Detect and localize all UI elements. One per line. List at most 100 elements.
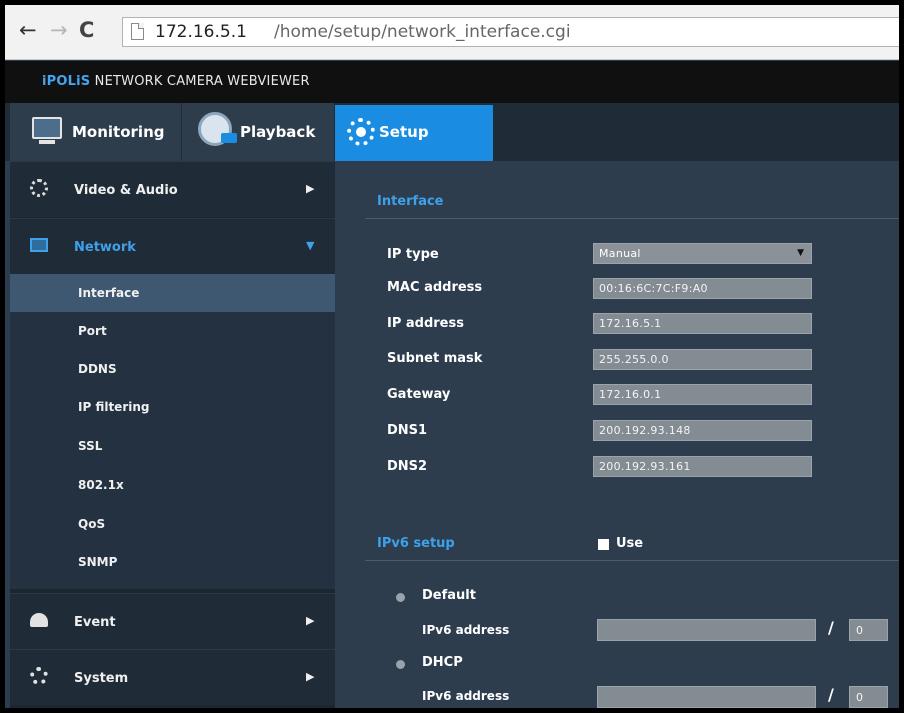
ipv6-use-label: Use: [616, 536, 644, 551]
ipv6-use-checkbox[interactable]: [598, 539, 609, 550]
subnet-mask-value: 255.255.0.0: [599, 353, 669, 366]
sidebar-item-label: Video & Audio: [74, 183, 178, 198]
screenshot-frame: ← → C 172.16.5.1 /home/setup/network_int…: [0, 0, 904, 713]
dns1-field[interactable]: 200.192.93.148: [593, 420, 812, 441]
sidebar-subitem-qos[interactable]: QoS: [10, 505, 335, 543]
dns2-field[interactable]: 200.192.93.161: [593, 456, 812, 477]
ipv6-address-field-dhcp[interactable]: [597, 686, 816, 708]
ipv6-prefix-value: 0: [856, 624, 863, 637]
reload-icon[interactable]: C: [79, 18, 94, 42]
sidebar-subitem-label: SNMP: [78, 555, 118, 569]
mac-address-value: 00:16:6C:7C:F9:A0: [599, 282, 708, 295]
section-title-interface: Interface: [377, 194, 444, 209]
bell-icon: [30, 613, 48, 627]
dns2-value: 200.192.93.161: [599, 460, 691, 473]
chevron-right-icon: ▶: [306, 182, 315, 195]
chevron-right-icon: ▶: [306, 670, 315, 683]
sidebar-item-label: Network: [74, 240, 136, 255]
ipv6-prefix-value: 0: [856, 691, 863, 704]
sidebar-subitem-ddns[interactable]: DDNS: [10, 350, 335, 388]
sidebar: Video & Audio ▶ Network ▼ Interface Port…: [10, 161, 335, 708]
section-title-ipv6: IPv6 setup: [377, 536, 455, 551]
tab-setup-label: Setup: [379, 123, 429, 141]
url-path: /home/setup/network_interface.cgi: [274, 22, 571, 42]
gear-icon: [347, 118, 375, 146]
sidebar-item-event[interactable]: Event ▶: [10, 593, 335, 649]
app-header: iPOLiS NETWORK CAMERA WEBVIEWER: [5, 61, 899, 103]
chevron-down-icon: ▼: [306, 239, 315, 252]
app-title: iPOLiS NETWORK CAMERA WEBVIEWER: [42, 74, 310, 89]
sidebar-subitem-snmp[interactable]: SNMP: [10, 543, 335, 581]
ip-type-value: Manual: [599, 247, 641, 260]
film-reel-icon: [30, 179, 48, 197]
network-icon: [30, 238, 48, 252]
sidebar-subitem-label: Interface: [78, 286, 140, 300]
divider: [365, 218, 899, 219]
sidebar-item-label: System: [74, 671, 129, 686]
chevron-down-icon: ▼: [797, 248, 804, 258]
ip-address-value: 172.16.5.1: [599, 317, 662, 330]
sidebar-subitem-ip-filtering[interactable]: IP filtering: [10, 388, 335, 426]
mac-address-field[interactable]: 00:16:6C:7C:F9:A0: [593, 278, 812, 299]
chevron-right-icon: ▶: [306, 614, 315, 627]
tab-setup[interactable]: Setup: [335, 105, 493, 161]
gateway-value: 172.16.0.1: [599, 388, 662, 401]
sidebar-subitem-label: DDNS: [78, 362, 117, 376]
brand-logo-text: iPOLiS: [42, 74, 91, 89]
sidebar-subitem-8021x[interactable]: 802.1x: [10, 466, 335, 504]
mac-address-label: MAC address: [387, 280, 483, 295]
settings-panel: Interface IP type Manual ▼ MAC address 0…: [335, 161, 899, 708]
ip-address-label: IP address: [387, 316, 464, 331]
ip-type-select[interactable]: Manual ▼: [593, 243, 812, 264]
film-reel-icon: [198, 112, 237, 146]
ipv6-address-field-default[interactable]: [597, 619, 816, 641]
back-arrow-icon[interactable]: ←: [19, 18, 37, 42]
ipv6-address-label: IPv6 address: [422, 689, 510, 703]
prefix-slash: /: [828, 685, 834, 704]
network-submenu: Interface Port DDNS IP filtering SSL 802…: [10, 274, 335, 589]
sidebar-subitem-label: Port: [78, 324, 107, 338]
dns1-label: DNS1: [387, 423, 428, 438]
sidebar-subitem-label: 802.1x: [78, 478, 124, 492]
forward-arrow-icon[interactable]: →: [50, 18, 68, 42]
sidebar-subitem-label: QoS: [78, 517, 106, 531]
subnet-mask-field[interactable]: 255.255.0.0: [593, 349, 812, 370]
divider: [365, 560, 899, 561]
radio-default[interactable]: [396, 593, 405, 602]
sidebar-subitem-port[interactable]: Port: [10, 312, 335, 350]
ipv6-prefix-field-dhcp[interactable]: 0: [849, 686, 888, 708]
prefix-slash: /: [828, 618, 834, 637]
url-host: 172.16.5.1: [155, 22, 247, 42]
tab-playback[interactable]: Playback: [182, 103, 334, 161]
gateway-label: Gateway: [387, 387, 451, 402]
ip-address-field[interactable]: 172.16.5.1: [593, 313, 812, 334]
sidebar-item-label: Event: [74, 615, 116, 630]
radio-dhcp[interactable]: [396, 660, 405, 669]
tab-monitoring[interactable]: Monitoring: [10, 103, 181, 161]
sidebar-item-video-audio[interactable]: Video & Audio ▶: [10, 161, 335, 217]
radio-dhcp-label: DHCP: [422, 655, 463, 670]
dns2-label: DNS2: [387, 459, 428, 474]
sidebar-subitem-ssl[interactable]: SSL: [10, 427, 335, 465]
ipv6-address-label: IPv6 address: [422, 623, 510, 637]
radio-default-label: Default: [422, 588, 476, 603]
sidebar-item-system[interactable]: System ▶: [10, 649, 335, 705]
browser-toolbar: ← → C 172.16.5.1 /home/setup/network_int…: [5, 5, 899, 60]
gear-icon: [30, 667, 48, 685]
tab-playback-label: Playback: [240, 123, 316, 141]
sidebar-subitem-interface[interactable]: Interface: [10, 274, 335, 312]
ip-type-label: IP type: [387, 247, 439, 262]
sidebar-subitem-label: IP filtering: [78, 400, 150, 414]
tab-monitoring-label: Monitoring: [72, 123, 165, 141]
ipv6-prefix-field-default[interactable]: 0: [849, 619, 888, 641]
subnet-mask-label: Subnet mask: [387, 351, 483, 366]
dns1-value: 200.192.93.148: [599, 424, 691, 437]
address-bar[interactable]: 172.16.5.1 /home/setup/network_interface…: [122, 17, 899, 47]
app-title-text: NETWORK CAMERA WEBVIEWER: [90, 74, 310, 89]
main-tab-bar: Monitoring Playback Setup: [5, 103, 899, 161]
sidebar-item-network[interactable]: Network ▼: [10, 218, 335, 274]
page-icon: [131, 23, 144, 40]
gateway-field[interactable]: 172.16.0.1: [593, 384, 812, 405]
sidebar-subitem-label: SSL: [78, 439, 103, 453]
monitor-icon: [32, 117, 62, 144]
